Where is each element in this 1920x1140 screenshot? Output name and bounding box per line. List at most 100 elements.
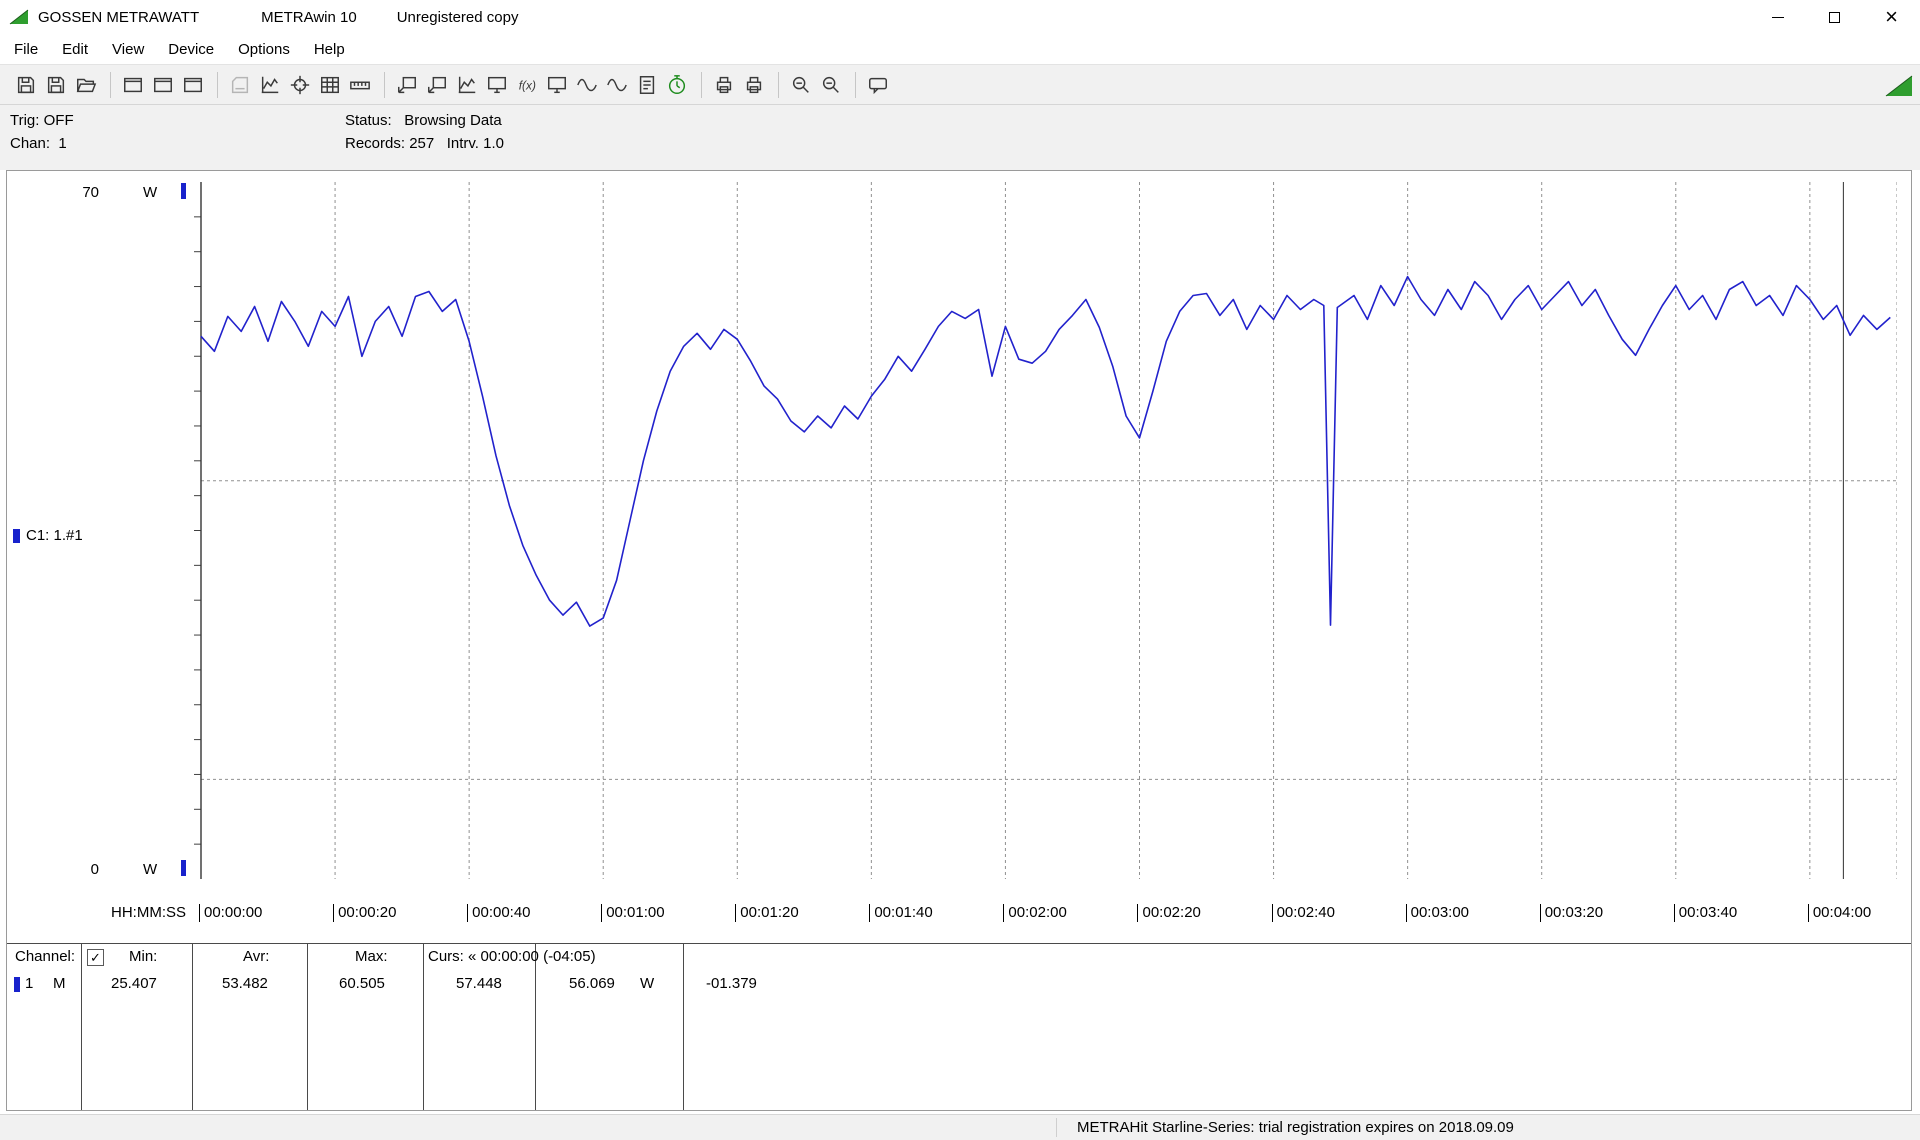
x-tick-label: 00:00:20 bbox=[333, 904, 396, 922]
wave-icon bbox=[606, 74, 628, 96]
close-button[interactable]: × bbox=[1863, 0, 1920, 34]
folder-icon bbox=[75, 74, 97, 96]
y-axis-unit-bottom: W bbox=[143, 861, 157, 878]
chartxy-icon bbox=[456, 74, 478, 96]
winarrow-icon bbox=[426, 74, 448, 96]
zoom-all-button[interactable] bbox=[787, 71, 815, 99]
row-channel-number: 1 bbox=[25, 975, 33, 992]
minimize-icon bbox=[1772, 17, 1784, 18]
zoom-icon bbox=[790, 74, 812, 96]
window-new-button[interactable] bbox=[119, 71, 147, 99]
toolbar-separator bbox=[855, 72, 856, 98]
zoom-icon bbox=[820, 74, 842, 96]
page-icon bbox=[636, 74, 658, 96]
status-info-panel: Trig: OFF Chan: 1 Status: Browsing Data … bbox=[0, 105, 1920, 170]
toolbar bbox=[0, 64, 1920, 105]
print-setup-button[interactable] bbox=[740, 71, 768, 99]
maximize-button[interactable] bbox=[1806, 0, 1863, 34]
interval-timer-button[interactable] bbox=[663, 71, 691, 99]
channel-legend: C1: 1.#1 bbox=[13, 527, 83, 544]
row-max-value: 60.505 bbox=[339, 975, 385, 992]
menu-device[interactable]: Device bbox=[156, 37, 226, 62]
import-window-button[interactable] bbox=[423, 71, 451, 99]
winarrow-icon bbox=[396, 74, 418, 96]
window-icon bbox=[152, 74, 174, 96]
table-top-border bbox=[7, 943, 1911, 944]
print-button[interactable] bbox=[710, 71, 738, 99]
status-bar: METRAHit Starline-Series: trial registra… bbox=[0, 1114, 1920, 1140]
browse-status: Status: Browsing Data bbox=[345, 112, 502, 129]
annotation-bubble-button[interactable] bbox=[864, 71, 892, 99]
x-tick-label: 00:00:40 bbox=[467, 904, 530, 922]
channel-color-icon bbox=[13, 529, 20, 543]
crosshair-icon bbox=[289, 74, 311, 96]
x-tick-label: 00:03:00 bbox=[1406, 904, 1469, 922]
metrawin-corner-logo-icon bbox=[1884, 74, 1914, 102]
table-column-divider bbox=[423, 943, 424, 1110]
disk-icon bbox=[45, 74, 67, 96]
y-axis-unit-top: W bbox=[143, 184, 157, 201]
menu-view[interactable]: View bbox=[100, 37, 156, 62]
chart-xy-button[interactable] bbox=[256, 71, 284, 99]
menu-bar: File Edit View Device Options Help bbox=[0, 34, 1920, 64]
export-window-button[interactable] bbox=[393, 71, 421, 99]
monitor-wave-button[interactable] bbox=[543, 71, 571, 99]
y-axis-max-label: 70 bbox=[65, 184, 99, 201]
page-stats-button[interactable] bbox=[633, 71, 661, 99]
channel-status: Chan: 1 bbox=[10, 135, 67, 152]
menu-options[interactable]: Options bbox=[226, 37, 302, 62]
channel-legend-label: C1: 1.#1 bbox=[26, 527, 83, 544]
title-bar: GOSSEN METRAWATT METRAwin 10 Unregistere… bbox=[0, 0, 1920, 34]
signal-low-button[interactable] bbox=[573, 71, 601, 99]
bubble-icon bbox=[867, 74, 889, 96]
signal-high-button[interactable] bbox=[603, 71, 631, 99]
fx-icon bbox=[516, 74, 538, 96]
x-axis-title: HH:MM:SS bbox=[111, 904, 186, 921]
card-icon bbox=[229, 74, 251, 96]
row-min-value: 25.407 bbox=[111, 975, 157, 992]
x-tick-label: 00:02:40 bbox=[1272, 904, 1335, 922]
registration-message: METRAHit Starline-Series: trial registra… bbox=[1077, 1115, 1514, 1140]
crosshair-cursor-button[interactable] bbox=[286, 71, 314, 99]
memory-card-button[interactable] bbox=[226, 71, 254, 99]
maximize-icon bbox=[1829, 12, 1840, 23]
menu-help[interactable]: Help bbox=[302, 37, 357, 62]
monitor-icon bbox=[486, 74, 508, 96]
trigger-status: Trig: OFF bbox=[10, 112, 74, 129]
window-cascade-button[interactable] bbox=[149, 71, 177, 99]
toolbar-separator bbox=[217, 72, 218, 98]
window-icon bbox=[122, 74, 144, 96]
x-tick-label: 00:02:20 bbox=[1137, 904, 1200, 922]
save-data-button[interactable] bbox=[12, 71, 40, 99]
wave-icon bbox=[576, 74, 598, 96]
zoom-cursor-button[interactable] bbox=[817, 71, 845, 99]
table-icon bbox=[319, 74, 341, 96]
menu-file[interactable]: File bbox=[2, 37, 50, 62]
chartxy-icon bbox=[259, 74, 281, 96]
toolbar-separator bbox=[384, 72, 385, 98]
table-column-divider bbox=[192, 943, 193, 1110]
x-tick-label: 00:03:20 bbox=[1540, 904, 1603, 922]
channel-visible-checkbox[interactable]: ✓ bbox=[87, 949, 104, 966]
close-icon: × bbox=[1885, 7, 1898, 27]
col-header-channel: Channel: bbox=[15, 948, 75, 965]
data-table-button[interactable] bbox=[316, 71, 344, 99]
save-setup-button[interactable] bbox=[42, 71, 70, 99]
col-header-min: Min: bbox=[129, 948, 157, 965]
window-tile-button[interactable] bbox=[179, 71, 207, 99]
disk-icon bbox=[15, 74, 37, 96]
function-fx-button[interactable] bbox=[513, 71, 541, 99]
monitor-live-button[interactable] bbox=[483, 71, 511, 99]
menu-edit[interactable]: Edit bbox=[50, 37, 100, 62]
toolbar-separator bbox=[110, 72, 111, 98]
scale-ruler-button[interactable] bbox=[346, 71, 374, 99]
open-file-button[interactable] bbox=[72, 71, 100, 99]
x-tick-label: 00:03:40 bbox=[1674, 904, 1737, 922]
table-column-divider bbox=[683, 943, 684, 1110]
row-cursor2-value: 56.069 bbox=[569, 975, 615, 992]
app-name: GOSSEN METRAWATT bbox=[38, 9, 199, 26]
minimize-button[interactable] bbox=[1749, 0, 1806, 34]
trend-chart-plot[interactable] bbox=[193, 182, 1897, 879]
row-unit: W bbox=[640, 975, 654, 992]
chart-settings-button[interactable] bbox=[453, 71, 481, 99]
